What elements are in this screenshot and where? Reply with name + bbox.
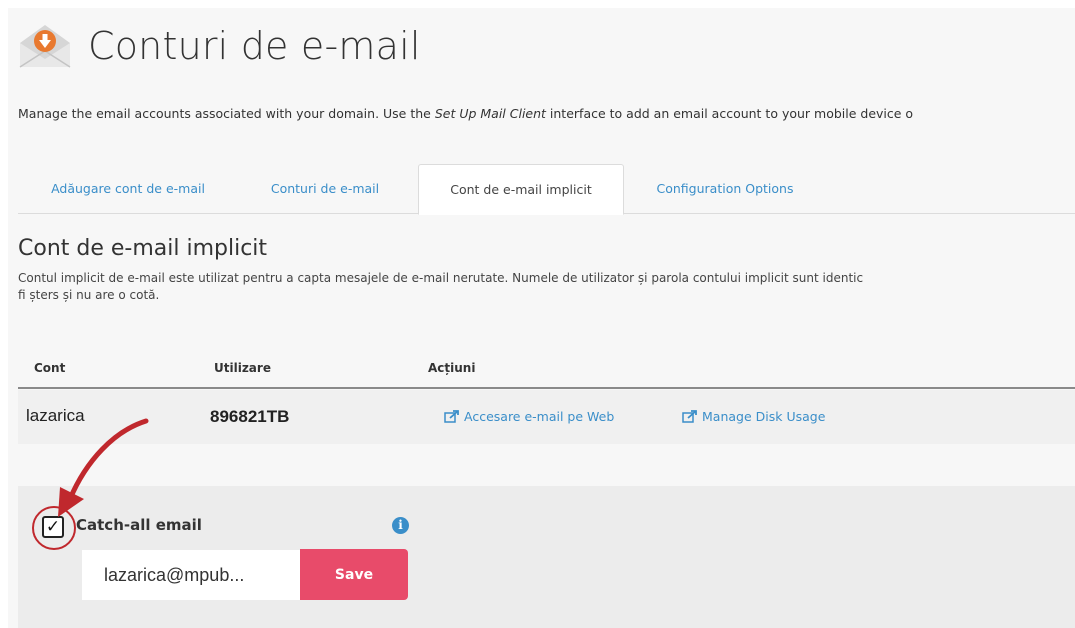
- account-name: lazarica: [26, 406, 85, 425]
- mail-envelope-icon: [19, 25, 71, 68]
- column-header-account: Cont: [34, 361, 66, 375]
- table-header: Cont Utilizare Acțiuni: [18, 353, 1075, 389]
- page-header: Conturi de e-mail: [16, 16, 421, 76]
- usage-unit: TB: [266, 407, 290, 426]
- catch-all-email-input[interactable]: [82, 550, 300, 600]
- tab-email-accounts[interactable]: Conturi de e-mail: [255, 164, 395, 214]
- column-header-usage: Utilizare: [214, 361, 271, 375]
- usage-value: 896821: [210, 407, 267, 426]
- table-row: lazarica 896821TB Accesare e-mail pe Web…: [18, 390, 1075, 444]
- page-title: Conturi de e-mail: [88, 24, 421, 68]
- tab-default-email-account[interactable]: Cont de e-mail implicit: [418, 164, 624, 215]
- intro-text: Manage the email accounts associated wit…: [18, 106, 1075, 121]
- set-up-mail-client-link: Set Up Mail Client: [434, 106, 546, 121]
- intro-text-part: interface to add an email account to you…: [545, 106, 914, 121]
- catch-all-panel: ✓ Catch-all email i Save: [18, 486, 1075, 628]
- disk-usage: 896821TB: [210, 407, 289, 427]
- access-webmail-label: Accesare e-mail pe Web: [464, 409, 615, 424]
- intro-text-part: Manage the email accounts associated wit…: [18, 106, 435, 121]
- tab-bar: Adăugare cont de e-mail Conturi de e-mai…: [18, 164, 1075, 215]
- info-icon[interactable]: i: [392, 517, 409, 534]
- manage-disk-usage-label: Manage Disk Usage: [702, 409, 826, 424]
- external-link-icon: [444, 410, 459, 423]
- section-description-line: Contul implicit de e-mail este utilizat …: [18, 271, 864, 285]
- tab-configuration-options[interactable]: Configuration Options: [640, 164, 810, 214]
- save-button[interactable]: Save: [300, 549, 408, 600]
- catch-all-checkbox[interactable]: ✓: [42, 516, 64, 538]
- section-description-line: fi șters și nu are o cotă.: [18, 288, 160, 302]
- catch-all-label: Catch-all email: [76, 516, 202, 534]
- section-description: Contul implicit de e-mail este utilizat …: [18, 270, 1075, 304]
- column-header-actions: Acțiuni: [428, 361, 476, 375]
- section-title: Cont de e-mail implicit: [18, 236, 268, 261]
- access-webmail-link[interactable]: Accesare e-mail pe Web: [444, 409, 614, 424]
- tab-add-email-account[interactable]: Adăugare cont de e-mail: [36, 164, 220, 214]
- manage-disk-usage-link[interactable]: Manage Disk Usage: [682, 409, 825, 424]
- external-link-icon: [682, 410, 697, 423]
- page: Conturi de e-mail Manage the email accou…: [8, 8, 1075, 628]
